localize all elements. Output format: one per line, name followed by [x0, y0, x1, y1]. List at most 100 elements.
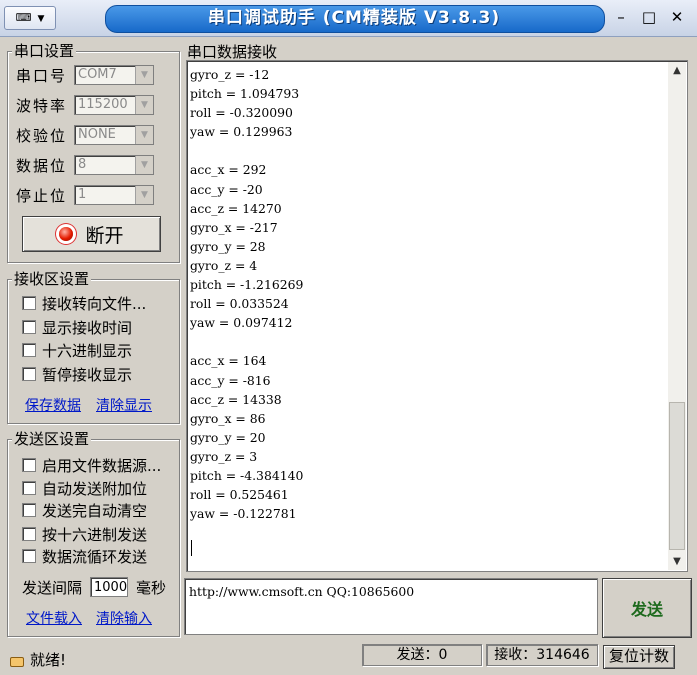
parity-select[interactable]: NONE ▼: [74, 125, 154, 145]
recv-to-file-checkbox[interactable]: 接收转向文件...: [22, 292, 146, 314]
checkbox-icon: [22, 527, 36, 541]
checkbox-icon: [22, 458, 36, 472]
checkbox-icon: [22, 296, 36, 310]
chevron-down-icon[interactable]: ▼: [135, 96, 153, 114]
receive-line: pitch = 1.094793: [190, 86, 300, 102]
sent-count: 发送：0: [362, 644, 482, 666]
parity-label: 校验位: [16, 126, 68, 145]
chevron-down-icon[interactable]: ▼: [135, 126, 153, 144]
receive-area-title: 串口数据接收: [185, 41, 280, 62]
pause-recv-checkbox[interactable]: 暂停接收显示: [22, 363, 132, 385]
receive-line: roll = 0.033524: [190, 296, 289, 312]
scroll-up-icon[interactable]: ▲: [668, 62, 686, 79]
baud-select[interactable]: 115200 ▼: [74, 95, 154, 115]
receive-line: pitch = -1.216269: [190, 277, 304, 293]
baud-value: 115200: [78, 97, 128, 112]
recv-settings-title: 接收区设置: [12, 270, 92, 288]
receive-line: acc_z = 14338: [190, 391, 282, 407]
parity-row: 校验位 NONE ▼: [16, 124, 154, 146]
receive-line: gyro_z = 3: [190, 448, 258, 464]
checkbox-icon: [22, 367, 36, 381]
scroll-down-icon[interactable]: ▼: [668, 553, 686, 570]
reset-count-button[interactable]: 复位计数: [603, 645, 675, 669]
serial-settings-title: 串口设置: [12, 42, 77, 60]
load-file-link[interactable]: 文件载入: [26, 608, 82, 628]
receive-line: roll = -0.320090: [190, 105, 293, 121]
clear-input-link[interactable]: 清除输入: [96, 608, 152, 628]
scroll-thumb[interactable]: [669, 402, 685, 550]
file-source-label: 启用文件数据源...: [42, 456, 162, 475]
serial-settings-group: 串口设置 串口号 COM7 ▼ 波特率 115200 ▼ 校验位 NONE ▼ …: [7, 42, 180, 263]
port-label: 串口号: [16, 66, 68, 85]
auto-append-checkbox[interactable]: 自动发送附加位: [22, 477, 147, 499]
chevron-down-icon[interactable]: ▼: [135, 66, 153, 84]
receive-line: pitch = -4.384140: [190, 467, 304, 483]
chevron-down-icon[interactable]: ▼: [135, 186, 153, 204]
chevron-down-icon: ▼: [37, 14, 45, 24]
receive-line: gyro_x = 86: [190, 410, 266, 426]
chevron-down-icon[interactable]: ▼: [135, 156, 153, 174]
databits-value: 8: [78, 157, 87, 172]
checkbox-icon: [22, 481, 36, 495]
keyboard-icon: ⌨: [15, 11, 32, 24]
loop-send-checkbox[interactable]: 数据流循环发送: [22, 545, 147, 567]
hex-send-checkbox[interactable]: 按十六进制发送: [22, 523, 147, 545]
file-source-checkbox[interactable]: 启用文件数据源...: [22, 454, 161, 476]
receive-scrollbar[interactable]: ▲ ▼: [668, 62, 686, 570]
send-interval-row: 发送间隔 1000 毫秒: [22, 576, 166, 598]
port-select[interactable]: COM7 ▼: [74, 65, 154, 85]
disconnect-label: 断开: [85, 224, 124, 247]
received-count: 接收：314646: [486, 644, 598, 666]
receive-line: [190, 332, 664, 351]
auto-clear-label: 发送完自动清空: [42, 501, 148, 520]
clear-display-link[interactable]: 清除显示: [96, 395, 152, 415]
hex-display-label: 十六进制显示: [42, 341, 133, 360]
databits-label: 数据位: [16, 156, 68, 175]
receive-line: yaw = 0.097412: [190, 315, 293, 331]
stopbits-select[interactable]: 1 ▼: [74, 185, 154, 205]
maximize-button[interactable]: □: [636, 6, 662, 28]
port-value: COM7: [78, 67, 117, 82]
stopbits-value: 1: [78, 187, 87, 202]
checkbox-icon: [22, 343, 36, 357]
minimize-button[interactable]: –: [608, 6, 634, 28]
checkbox-icon: [22, 320, 36, 334]
checkbox-icon: [22, 503, 36, 517]
pause-recv-label: 暂停接收显示: [42, 365, 133, 384]
status-ready: 就绪!: [8, 649, 66, 670]
receive-line: gyro_z = 4: [190, 257, 258, 273]
auto-clear-checkbox[interactable]: 发送完自动清空: [22, 499, 147, 521]
receive-line: acc_y = -20: [190, 181, 263, 197]
send-interval-unit: 毫秒: [136, 578, 167, 597]
show-recv-time-checkbox[interactable]: 显示接收时间: [22, 316, 132, 338]
receive-line: yaw = 0.129963: [190, 124, 293, 140]
receive-text: gyro_z = -12 pitch = 1.094793 roll = -0.32…: [190, 65, 664, 523]
disconnect-button[interactable]: 断开: [22, 216, 161, 252]
receive-line: gyro_z = -12: [190, 67, 270, 82]
databits-select[interactable]: 8 ▼: [74, 155, 154, 175]
recv-to-file-label: 接收转向文件...: [42, 294, 147, 313]
system-menu-button[interactable]: ⌨ ▼: [4, 6, 56, 30]
receive-line: gyro_y = 20: [190, 429, 266, 445]
receive-line: [190, 141, 664, 160]
loop-send-label: 数据流循环发送: [42, 547, 148, 566]
receive-line: gyro_y = 28: [190, 238, 266, 254]
receive-line: roll = 0.525461: [190, 487, 289, 503]
send-interval-input[interactable]: 1000: [90, 577, 129, 597]
status-ready-text: 就绪!: [30, 651, 67, 669]
send-settings-group: 发送区设置 启用文件数据源... 自动发送附加位 发送完自动清空 按十六进制发送…: [7, 430, 180, 637]
send-interval-label: 发送间隔: [22, 578, 83, 597]
hex-display-checkbox[interactable]: 十六进制显示: [22, 339, 132, 361]
title-bar: ⌨ ▼ 串口调试助手 (CM精装版 V3.8.3) – □ ✕: [0, 0, 697, 37]
send-input[interactable]: http://www.cmsoft.cn QQ:10865600: [184, 578, 598, 635]
window-controls: – □ ✕: [607, 6, 691, 28]
save-data-link[interactable]: 保存数据: [25, 395, 81, 415]
send-button[interactable]: 发送: [602, 578, 692, 638]
port-row: 串口号 COM7 ▼: [16, 64, 154, 86]
close-button[interactable]: ✕: [664, 6, 690, 28]
stopbits-row: 停止位 1 ▼: [16, 184, 154, 206]
window-title: 串口调试助手 (CM精装版 V3.8.3): [207, 8, 501, 28]
send-settings-title: 发送区设置: [12, 430, 92, 448]
receive-textarea[interactable]: gyro_z = -12 pitch = 1.094793 roll = -0.32…: [186, 60, 688, 572]
receive-line: acc_z = 14270: [190, 200, 282, 216]
